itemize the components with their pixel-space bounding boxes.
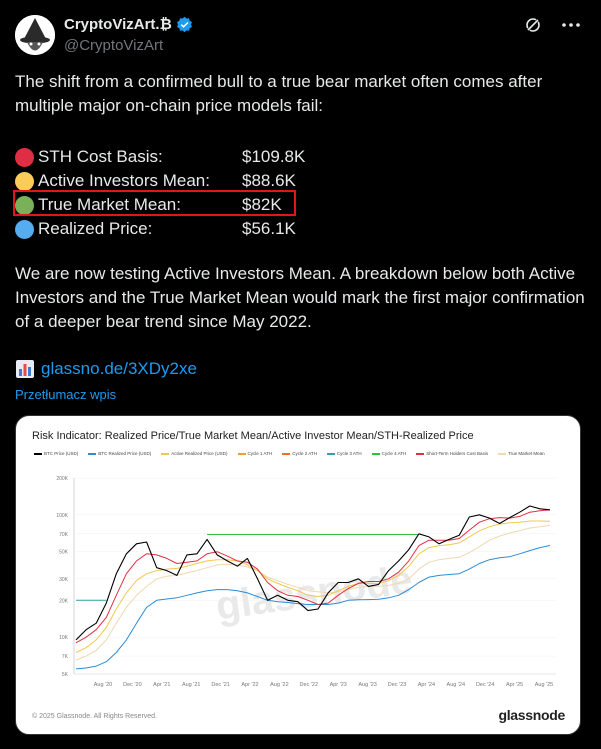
legend-item: Short-Term Holders Cost Basis <box>416 451 488 456</box>
tweet-paragraph: We are now testing Active Investors Mean… <box>15 264 585 331</box>
legend-label: Short-Term Holders Cost Basis <box>426 451 489 456</box>
legend-swatch <box>371 452 380 455</box>
x-tick-label: Apr '24 <box>418 682 435 688</box>
author-handle[interactable]: @CryptoVizArt <box>64 37 163 54</box>
x-tick-label: Aug '23 <box>358 682 376 688</box>
x-tick-label: Aug '24 <box>447 682 465 688</box>
y-tick-label: 200K <box>56 476 68 482</box>
author-name-row: CryptoVizArt.₿ <box>64 16 193 33</box>
price-model-label: Realized Price: <box>38 219 153 238</box>
chart-legend: BTC Price (USD) BTC Realized Price (USD) A… <box>34 451 545 456</box>
copyright-text: © 2025 Glassnode. All Rights Reserved. <box>32 713 158 720</box>
legend-item: Cycle 4 ATH <box>371 451 407 456</box>
price-model-value: $56.1K <box>242 219 296 238</box>
legend-label: True Market Mean <box>508 451 545 456</box>
legend-label: Cycle 1 ATH <box>247 451 273 456</box>
legend-item: Cycle 2 ATH <box>282 451 317 456</box>
x-tick-label: Dec '21 <box>211 682 229 688</box>
link-row: glassno.de/3XDy2xe <box>15 359 197 379</box>
x-tick-label: Apr '23 <box>330 682 347 688</box>
red-circle-icon <box>15 147 34 167</box>
bar-chart-icon <box>16 360 34 378</box>
x-tick-label: Dec '22 <box>300 682 318 688</box>
verified-badge-icon <box>176 16 192 33</box>
y-tick-label: 30K <box>59 577 69 583</box>
legend-label: Cycle 3 ATH <box>336 451 362 456</box>
yellow-circle-icon <box>15 171 34 191</box>
top-actions <box>523 15 581 35</box>
legend-item: Active Realized Price (USD) <box>161 451 228 456</box>
price-model-list: STH Cost Basis: $109.8K Active Investors… <box>13 145 315 241</box>
author-name[interactable]: CryptoVizArt.₿ <box>64 16 172 33</box>
chart-canvas: 200K 100K 70K 50K 30K 20K 10K 7K 5K Aug '20 Dec '2… <box>56 476 556 688</box>
chart-watermark: glassnode <box>213 558 415 629</box>
legend-item: True Market Mean <box>498 451 545 456</box>
x-tick-label: Aug '25 <box>535 682 553 688</box>
avatar[interactable] <box>15 15 55 55</box>
x-tick-label: Dec '24 <box>476 682 494 688</box>
blue-circle-icon <box>15 219 34 239</box>
y-tick-label: 7K <box>62 654 69 660</box>
price-model-value: $109.8K <box>242 147 306 166</box>
legend-swatch <box>237 452 246 455</box>
x-tick-label: Apr '22 <box>241 682 258 688</box>
highlight-box <box>13 190 296 216</box>
translate-post-link[interactable]: Przetłumacz wpis <box>15 387 116 402</box>
y-tick-label: 5K <box>62 672 69 678</box>
legend-swatch <box>326 452 335 455</box>
price-model-row: STH Cost Basis: $109.8K <box>15 145 315 169</box>
legend-swatch <box>88 452 97 455</box>
wizard-avatar-icon <box>15 15 55 55</box>
y-tick-label: 20K <box>59 598 69 604</box>
legend-item: Cycle 3 ATH <box>326 451 362 456</box>
legend-label: BTC Realized Price (USD) <box>98 451 152 456</box>
tweet-intro: The shift from a confirmed bull to a tru… <box>15 72 543 115</box>
x-tick-label: Aug '20 <box>94 682 112 688</box>
glassnode-logo: glassnode <box>498 707 565 723</box>
more-options-icon[interactable] <box>561 15 581 35</box>
legend-swatch <box>416 452 425 455</box>
x-tick-label: Dec '20 <box>123 682 141 688</box>
legend-label: Cycle 2 ATH <box>292 451 317 456</box>
legend-label: Active Realized Price (USD) <box>171 451 228 456</box>
y-tick-label: 100K <box>56 513 68 519</box>
grok-icon[interactable] <box>523 15 543 35</box>
x-tick-label: Aug '22 <box>270 682 288 688</box>
x-tick-label: Dec '23 <box>388 682 406 688</box>
price-model-row-highlighted: True Market Mean: $82K <box>13 190 315 217</box>
price-model-row: Realized Price: $56.1K <box>15 217 315 241</box>
legend-label: Cycle 4 ATH <box>381 451 407 456</box>
y-tick-label: 70K <box>59 532 69 538</box>
legend-item: BTC Price (USD) <box>34 451 78 456</box>
legend-swatch <box>282 452 291 455</box>
glassnode-link[interactable]: glassno.de/3XDy2xe <box>41 359 197 379</box>
x-tick-label: Aug '21 <box>182 682 200 688</box>
y-tick-label: 10K <box>59 635 69 641</box>
chart-card[interactable]: 200K 100K 70K 50K 30K 20K 10K 7K 5K Aug '20 Dec '2… <box>15 415 581 735</box>
x-tick-label: Apr '21 <box>153 682 170 688</box>
chart-title: Risk Indicator: Realized Price/True Mark… <box>32 430 474 442</box>
legend-label: BTC Price (USD) <box>44 451 79 456</box>
legend-swatch <box>34 452 42 455</box>
legend-swatch <box>498 452 507 455</box>
legend-swatch <box>161 452 170 455</box>
legend-item: BTC Realized Price (USD) <box>88 451 151 456</box>
y-tick-label: 50K <box>59 550 69 556</box>
x-tick-label: Apr '25 <box>506 682 523 688</box>
price-model-label: STH Cost Basis: <box>38 147 163 166</box>
legend-item: Cycle 1 ATH <box>237 451 273 456</box>
